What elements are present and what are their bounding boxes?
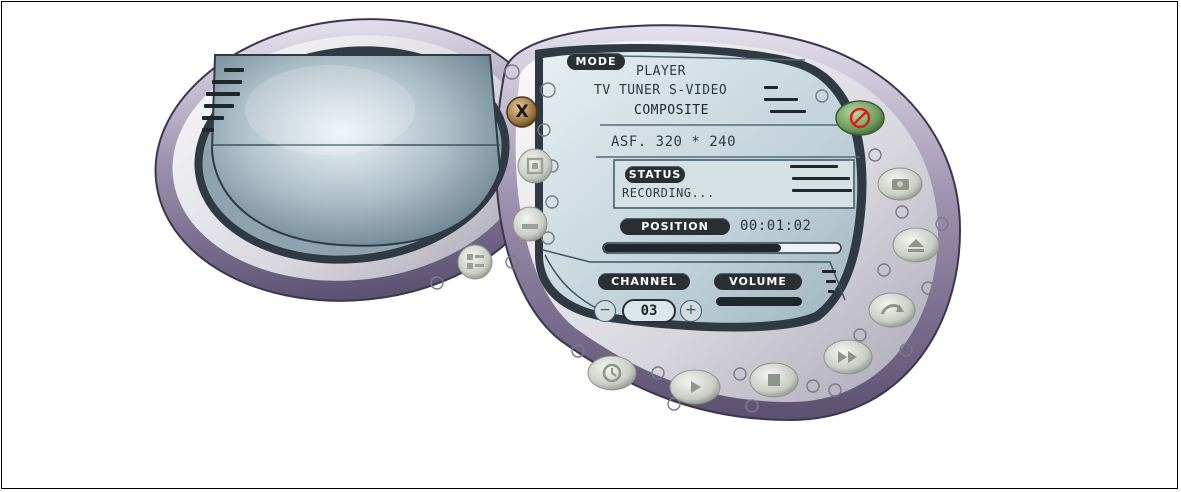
no-entry-icon (849, 107, 871, 129)
timer-button[interactable] (588, 356, 636, 390)
channel-minus-button[interactable]: − (594, 300, 616, 322)
eject-icon (908, 239, 924, 252)
stop-record-button[interactable] (836, 101, 884, 135)
snapshot-button[interactable] (878, 168, 922, 200)
minimize-button[interactable] (513, 207, 547, 241)
camera-icon (892, 179, 909, 190)
volume-badge: VOLUME (714, 273, 802, 290)
player-skin (154, 18, 962, 422)
channel-plus-button[interactable]: + (680, 300, 702, 322)
mode-option-player[interactable]: PLAYER (636, 64, 686, 79)
stop-button[interactable] (750, 363, 798, 397)
plus-icon: + (685, 302, 697, 318)
position-badge: POSITION (620, 218, 730, 235)
play-button[interactable] (670, 370, 720, 404)
channel-badge: CHANNEL (598, 273, 690, 290)
clock-icon (602, 363, 622, 383)
minimize-icon (522, 224, 538, 229)
mode-option-tv-tuner[interactable]: TV TUNER S-VIDEO (594, 83, 727, 98)
channel-value: 03 (622, 299, 676, 323)
minus-icon: − (599, 302, 611, 318)
close-button[interactable]: X (507, 97, 537, 127)
play-icon (691, 381, 701, 393)
record-button[interactable] (518, 149, 552, 183)
settings-icon (467, 254, 484, 269)
settings-button[interactable] (458, 245, 492, 279)
fast-forward-icon (838, 351, 857, 363)
mode-badge: MODE (567, 53, 625, 70)
fast-forward-button[interactable] (824, 340, 872, 374)
volume-slider[interactable] (716, 297, 802, 306)
close-icon: X (515, 102, 529, 122)
format-readout: ASF. 320 * 240 (611, 134, 737, 150)
status-text: RECORDING... (622, 186, 715, 200)
position-time: 00:01:02 (740, 218, 812, 234)
curved-arrow-icon (880, 304, 904, 315)
eject-button[interactable] (893, 228, 939, 262)
skip-button[interactable] (869, 293, 915, 327)
mode-option-composite[interactable]: COMPOSITE (634, 103, 709, 118)
square-icon (526, 157, 544, 175)
video-display[interactable] (212, 55, 500, 245)
status-badge: STATUS (625, 166, 685, 183)
stop-icon (768, 374, 780, 386)
position-slider[interactable] (603, 243, 841, 253)
